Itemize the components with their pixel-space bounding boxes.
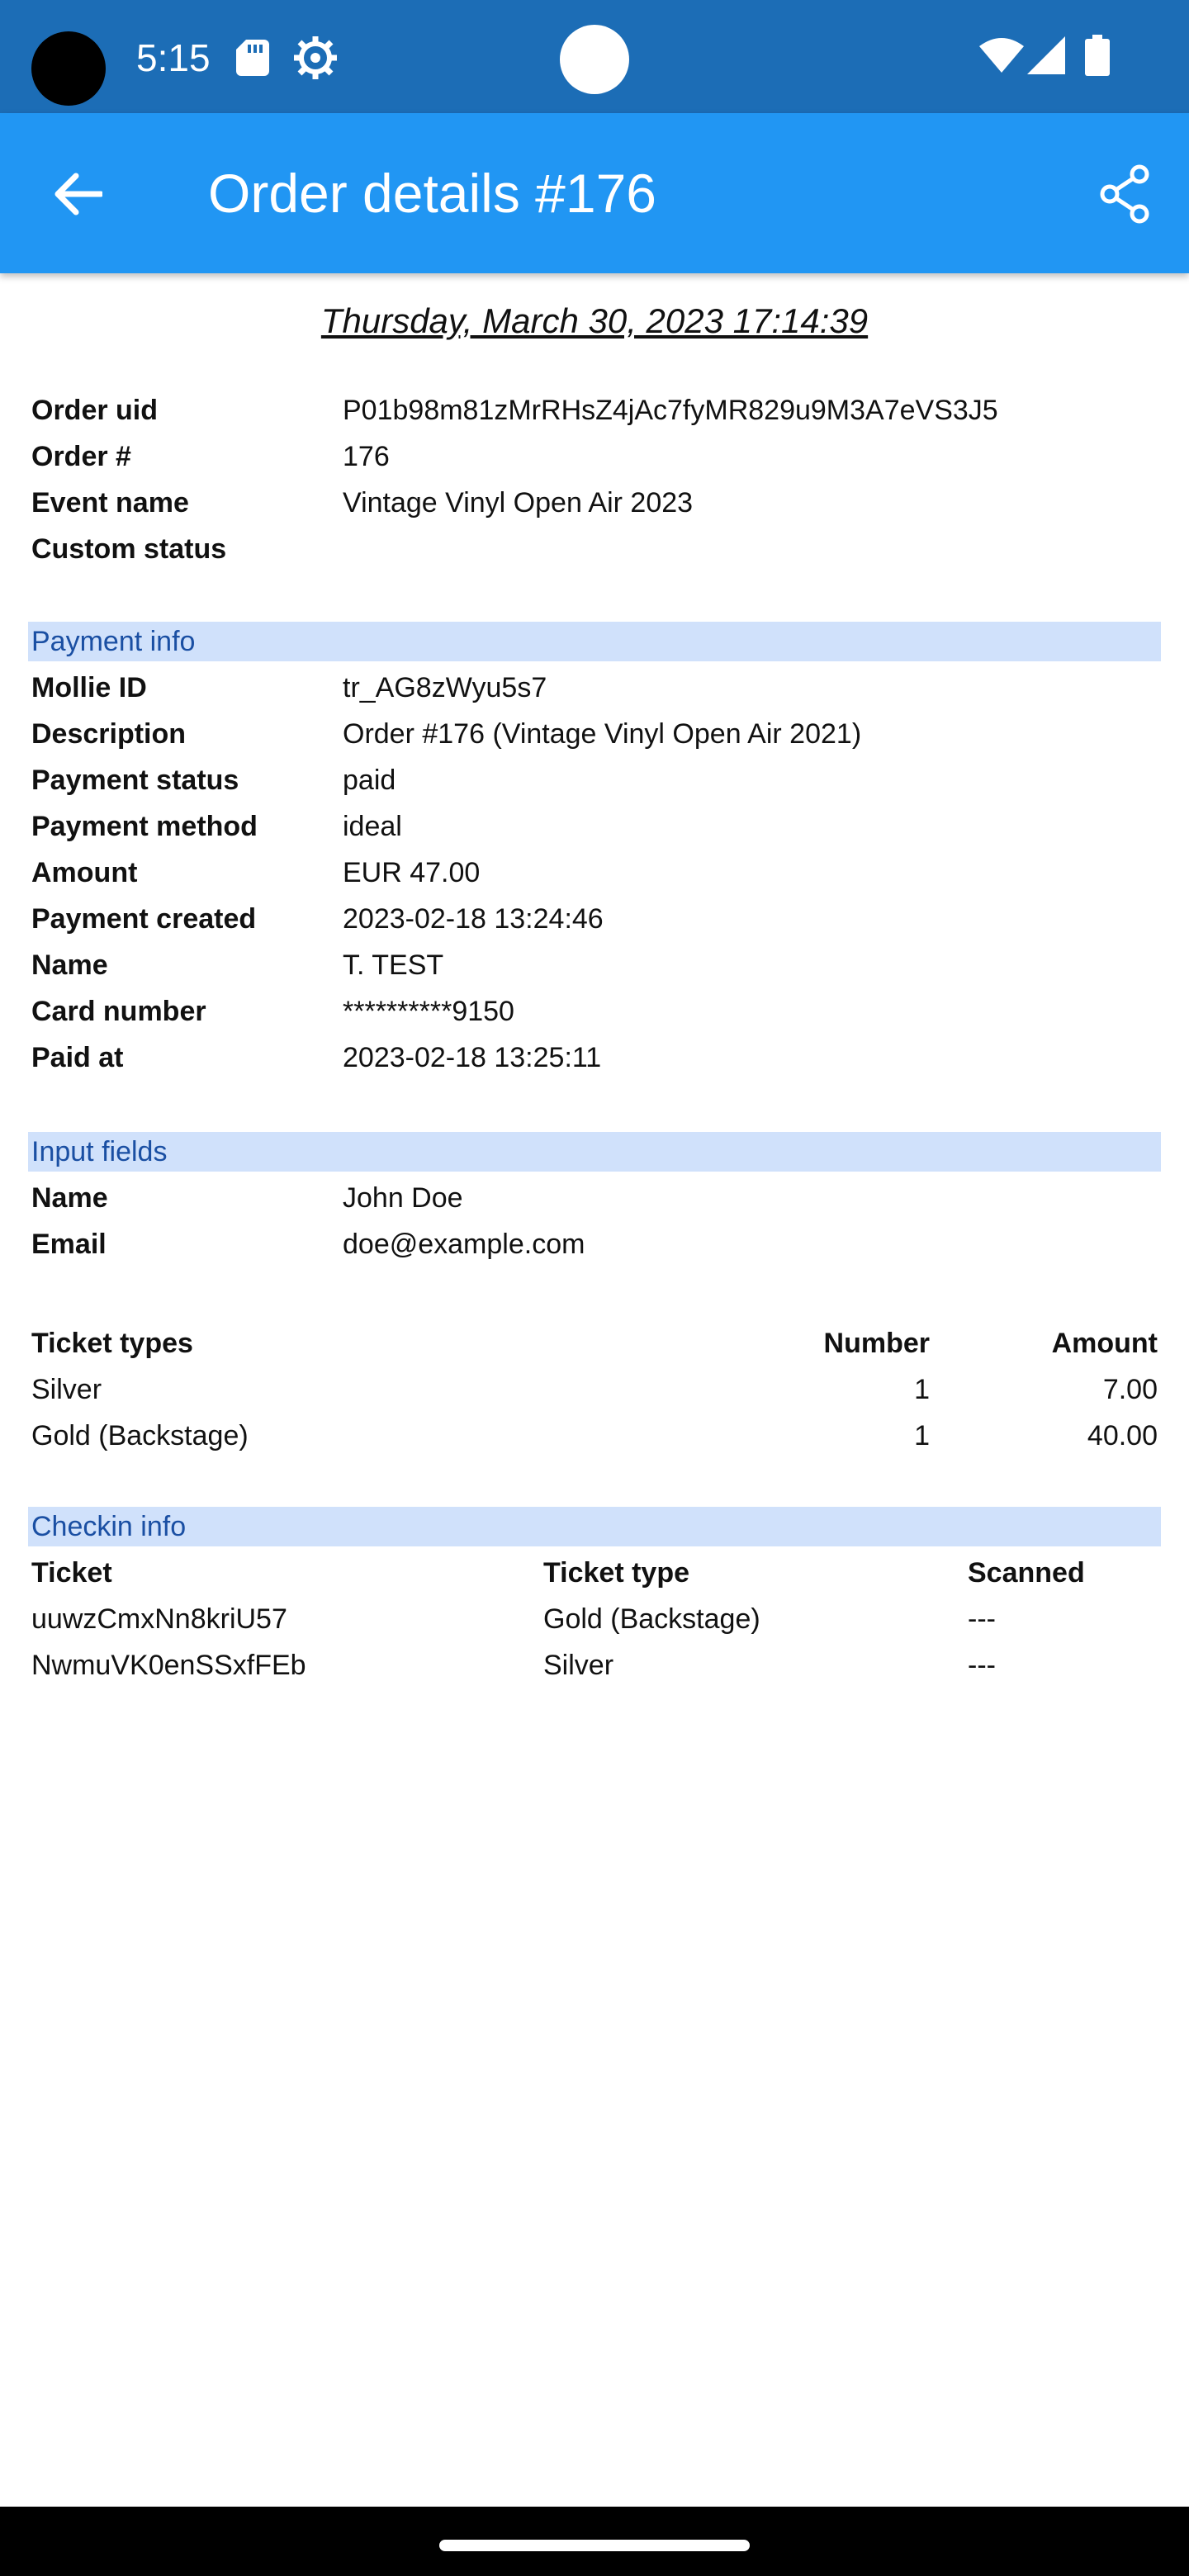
row-value: tr_AG8zWyu5s7 <box>343 672 547 703</box>
row-value: T. TEST <box>343 949 444 981</box>
row-value: John Doe <box>343 1182 463 1214</box>
row-value: **********9150 <box>343 996 514 1027</box>
ticket-type-amount: 7.00 <box>1102 1374 1158 1405</box>
sd-card-icon <box>236 40 269 76</box>
ticket-type-name: Silver <box>31 1374 102 1405</box>
row-label: Order uid <box>31 395 159 426</box>
column-header-amount: Amount <box>1051 1328 1158 1359</box>
row-value: paid <box>343 765 396 796</box>
table-row: Gold (Backstage) 1 40.00 <box>31 1413 1158 1459</box>
ticket-type: Silver <box>543 1650 614 1681</box>
page-title: Order details #176 <box>208 163 656 224</box>
ticket-code: NwmuVK0enSSxfFEb <box>31 1650 306 1681</box>
settings-icon <box>294 36 337 79</box>
table-row: NwmuVK0enSSxfFEb Silver --- <box>31 1642 1158 1688</box>
arrow-left-icon <box>54 173 102 215</box>
ticket-type: Gold (Backstage) <box>543 1603 760 1635</box>
share-icon <box>1100 164 1149 224</box>
scanned-status: --- <box>968 1603 996 1635</box>
section-header-input-fields: Input fields <box>28 1132 1161 1172</box>
column-header-ticket-types: Ticket types <box>31 1328 193 1359</box>
camera-dot <box>560 25 629 94</box>
camera-cutout <box>31 31 106 106</box>
column-header-number: Number <box>823 1328 930 1359</box>
table-row: uuwzCmxNn8kriU57 Gold (Backstage) --- <box>31 1596 1158 1642</box>
row-label: Description <box>31 718 187 750</box>
table-row: Silver 1 7.00 <box>31 1366 1158 1413</box>
share-button[interactable] <box>1087 156 1163 232</box>
ticket-type-name: Gold (Backstage) <box>31 1420 249 1451</box>
column-header-ticket: Ticket <box>31 1557 112 1589</box>
status-bar: 5:15 <box>0 0 1189 113</box>
row-value: 176 <box>343 441 390 472</box>
row-value: doe@example.com <box>343 1229 585 1260</box>
row-label: Order # <box>31 441 131 472</box>
signal-icon <box>1027 36 1065 74</box>
ticket-types-header: Ticket types Number Amount <box>31 1320 1158 1366</box>
app-bar: Order details #176 <box>0 113 1189 273</box>
row-label: Email <box>31 1229 107 1260</box>
section-header-checkin-info: Checkin info <box>28 1507 1161 1546</box>
ticket-code: uuwzCmxNn8kriU57 <box>31 1603 287 1635</box>
column-header-ticket-type: Ticket type <box>543 1557 690 1589</box>
column-header-scanned: Scanned <box>968 1557 1085 1589</box>
ticket-type-number: 1 <box>914 1374 930 1405</box>
row-value: P01b98m81zMrRHsZ4jAc7fyMR829u9M3A7eVS3J5 <box>343 395 998 426</box>
checkin-header: Ticket Ticket type Scanned <box>31 1550 1158 1596</box>
order-date: Thursday, March 30, 2023 17:14:39 <box>320 301 869 340</box>
row-label: Payment status <box>31 765 239 796</box>
row-label: Mollie ID <box>31 672 147 703</box>
row-label: Amount <box>31 857 138 888</box>
row-label: Name <box>31 949 108 981</box>
row-label: Payment created <box>31 903 257 935</box>
section-header-payment-info: Payment info <box>28 622 1161 661</box>
home-gesture-handle[interactable] <box>439 2540 750 2551</box>
row-value: ideal <box>343 811 402 842</box>
row-label: Card number <box>31 996 206 1027</box>
wifi-icon <box>979 38 1024 73</box>
row-value: Order #176 (Vintage Vinyl Open Air 2021) <box>343 718 862 750</box>
battery-icon <box>1085 35 1110 76</box>
row-value: EUR 47.00 <box>343 857 481 888</box>
row-label: Name <box>31 1182 108 1214</box>
ticket-type-amount: 40.00 <box>1087 1420 1158 1451</box>
row-value: 2023-02-18 13:24:46 <box>343 903 604 935</box>
row-label: Event name <box>31 487 189 519</box>
row-label: Paid at <box>31 1042 124 1073</box>
row-value: Vintage Vinyl Open Air 2023 <box>343 487 694 519</box>
row-value: 2023-02-18 13:25:11 <box>343 1042 602 1073</box>
back-button[interactable] <box>40 156 116 232</box>
status-time: 5:15 <box>136 36 211 79</box>
navigation-bar <box>0 2507 1189 2576</box>
row-label: Custom status <box>31 533 227 565</box>
ticket-type-number: 1 <box>914 1420 930 1451</box>
row-label: Payment method <box>31 811 258 842</box>
scanned-status: --- <box>968 1650 996 1681</box>
